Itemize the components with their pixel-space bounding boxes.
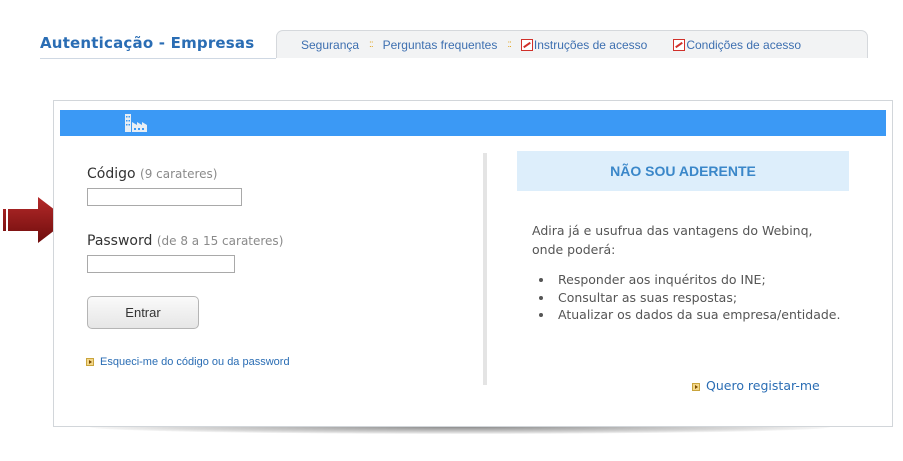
vertical-divider (483, 153, 487, 385)
login-card: Código (9 carateres) Password (de 8 a 15… (53, 100, 893, 427)
nav-link-label: Condições de acesso (686, 37, 802, 52)
code-label-row: Código (9 carateres) (87, 166, 217, 182)
nav-link-label: Segurança (301, 37, 360, 52)
factory-icon (125, 114, 147, 132)
pdf-icon (673, 38, 686, 51)
signup-intro: Adira já e usufrua das vantagens do Webi… (532, 223, 813, 257)
register-link[interactable]: Quero registar-me (692, 378, 820, 393)
nav-link-label: Perguntas frequentes (382, 37, 498, 52)
forgot-credentials-link[interactable]: Esqueci-me do código ou da password (86, 356, 290, 368)
password-hint: (de 8 a 15 carateres) (156, 234, 284, 248)
list-item: Consultar as suas respostas; (554, 289, 854, 307)
list-item: Atualizar os dados da sua empresa/entida… (554, 306, 854, 324)
top-navigation: Segurança :: Perguntas frequentes :: Ins… (276, 30, 868, 58)
code-label: Código (87, 166, 136, 182)
nav-link-seguranca[interactable]: Segurança (301, 38, 359, 52)
register-link-label: Quero registar-me (706, 378, 820, 393)
page-title: Autenticação - Empresas (40, 34, 255, 52)
password-label: Password (87, 233, 153, 249)
password-input[interactable] (87, 255, 235, 273)
arrow-bullet-icon (86, 358, 94, 367)
nav-link-label: Instruções de acesso (533, 37, 648, 52)
pdf-icon (520, 38, 533, 51)
nav-link-instrucoes-de-acesso[interactable]: Instruções de acesso (520, 37, 648, 52)
forgot-link-label: Esqueci-me do código ou da password (100, 356, 290, 368)
nav-link-perguntas-frequentes[interactable]: Perguntas frequentes (383, 38, 498, 52)
list-item: Responder aos inquéritos do INE; (554, 271, 854, 289)
password-label-row: Password (de 8 a 15 carateres) (87, 233, 283, 249)
nav-link-condicoes-de-acesso[interactable]: Condições de acesso (673, 38, 801, 52)
card-header-bar (60, 110, 886, 136)
signup-heading: NÃO SOU ADERENTE (517, 151, 849, 191)
entrar-button[interactable]: Entrar (87, 296, 199, 329)
nav-separator: :: (507, 39, 511, 50)
code-input[interactable] (87, 188, 242, 206)
benefits-list: Responder aos inquéritos do INE; Consult… (538, 271, 854, 324)
nav-separator: :: (369, 39, 373, 50)
title-divider (40, 58, 276, 59)
code-hint: (9 carateres) (140, 167, 218, 181)
arrow-bullet-icon (692, 382, 700, 391)
